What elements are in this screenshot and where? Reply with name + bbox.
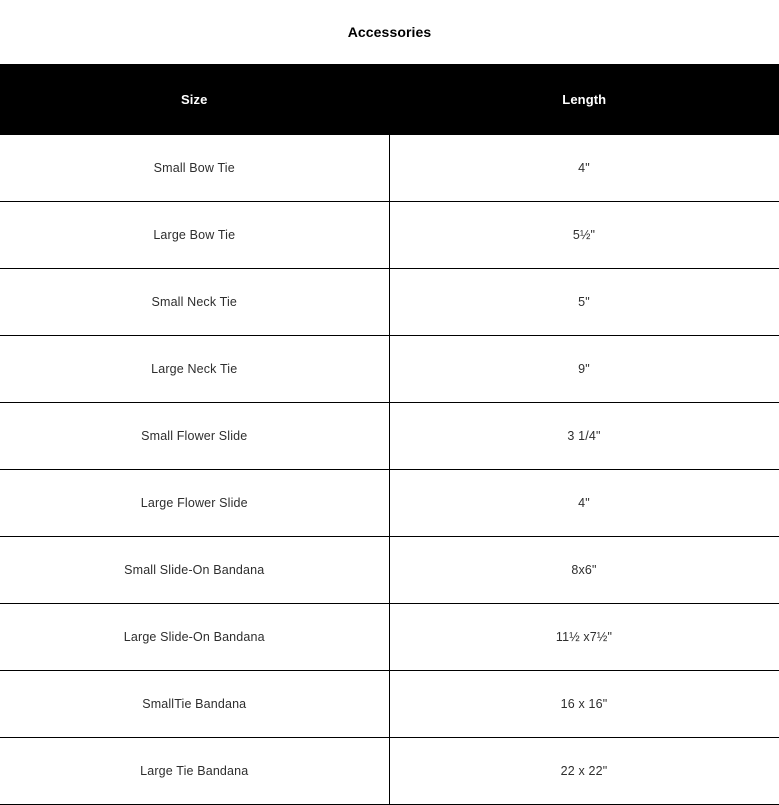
cell-length: 11½ x7½" [389,603,779,671]
cell-length: 16 x 16" [389,670,779,738]
cell-size: Large Tie Bandana [0,737,390,805]
cell-size: Large Flower Slide [0,469,390,537]
table-row: Small Neck Tie 5" [0,268,779,336]
table-row: Large Tie Bandana 22 x 22" [0,737,779,805]
cell-length: 22 x 22" [389,737,779,805]
column-header-size: Size [0,64,390,135]
page-title-bar: Accessories [0,0,779,64]
size-chart-page: Accessories Size Length Small Bow Tie 4" L… [0,0,779,805]
cell-length: 9" [389,335,779,403]
cell-length: 3 1/4" [389,402,779,470]
cell-size: Small Neck Tie [0,268,390,336]
table-row: Large Slide-On Bandana 11½ x7½" [0,603,779,671]
cell-length: 5½" [389,201,779,269]
column-header-length: Length [389,64,779,135]
cell-size: Large Neck Tie [0,335,390,403]
table-row: Small Slide-On Bandana 8x6" [0,536,779,604]
table-header-row: Size Length [0,64,779,135]
cell-size: Small Slide-On Bandana [0,536,390,604]
table-body: Small Bow Tie 4" Large Bow Tie 5½" Small Nec… [0,135,779,805]
size-chart-table: Size Length Small Bow Tie 4" Large Bow Tie… [0,64,779,805]
page-title: Accessories [347,24,432,40]
cell-size: Small Flower Slide [0,402,390,470]
cell-size: SmallTie Bandana [0,670,390,738]
table-row: Small Flower Slide 3 1/4" [0,402,779,470]
cell-size: Large Bow Tie [0,201,390,269]
table-row: Large Flower Slide 4" [0,469,779,537]
cell-size: Large Slide-On Bandana [0,603,390,671]
table-header: Size Length [0,64,779,135]
cell-length: 8x6" [389,536,779,604]
cell-length: 4" [389,135,779,202]
table-row: Large Neck Tie 9" [0,335,779,403]
table-row: Large Bow Tie 5½" [0,201,779,269]
cell-length: 4" [389,469,779,537]
cell-size: Small Bow Tie [0,135,390,202]
cell-length: 5" [389,268,779,336]
table-row: SmallTie Bandana 16 x 16" [0,670,779,738]
table-row: Small Bow Tie 4" [0,135,779,202]
